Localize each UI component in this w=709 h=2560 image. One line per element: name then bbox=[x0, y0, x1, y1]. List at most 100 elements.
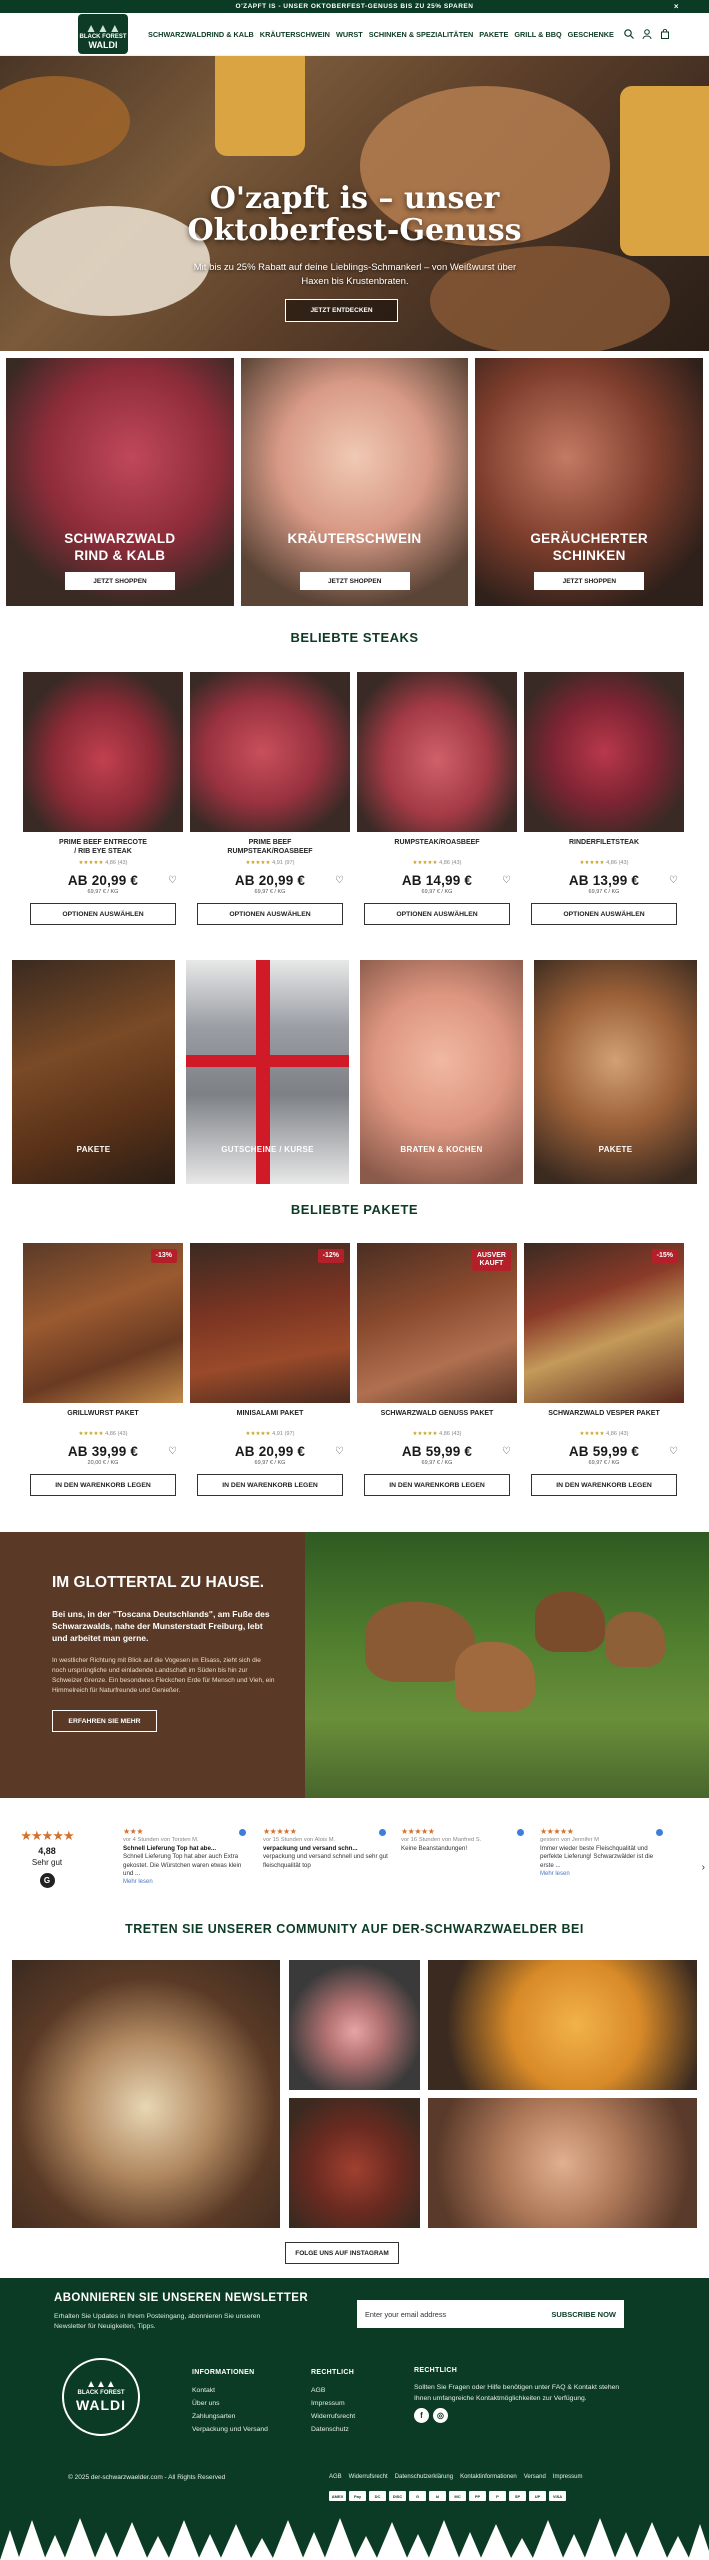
footer-link[interactable]: Kontaktinformationen bbox=[460, 2474, 517, 2480]
email-field[interactable]: Enter your email address SUBSCRIBE NOW bbox=[357, 2300, 624, 2328]
heart-icon[interactable]: ♡ bbox=[669, 875, 678, 886]
footer-link[interactable]: Über uns bbox=[192, 2397, 268, 2410]
heart-icon[interactable]: ♡ bbox=[502, 1446, 511, 1457]
footer-help-text: Sollten Sie Fragen oder Hilfe benötigen … bbox=[414, 2384, 620, 2402]
product-card[interactable]: -12% MINISALAMI PAKET ★★★★★ 4,91 (97) AB… bbox=[190, 1243, 350, 1496]
product-image[interactable]: -13% bbox=[23, 1243, 183, 1403]
facebook-icon[interactable]: f bbox=[414, 2408, 429, 2423]
product-card[interactable]: RUMPSTEAK/ROASBEEF ★★★★★ 4,86 (43) AB 14… bbox=[357, 672, 517, 925]
product-card[interactable]: AUSVER KAUFT SCHWARZWALD GENUSS PAKET ★★… bbox=[357, 1243, 517, 1496]
subscribe-button[interactable]: SUBSCRIBE NOW bbox=[551, 2310, 616, 2319]
product-card[interactable]: RINDERFILETSTEAK ★★★★★ 4,86 (43) AB 13,9… bbox=[524, 672, 684, 925]
product-card[interactable]: -13% GRILLWURST PAKET ★★★★★ 4,86 (43) AB… bbox=[23, 1243, 183, 1496]
add-to-cart-button[interactable]: IN DEN WARENKORB LEGEN bbox=[197, 1474, 343, 1496]
footer-help-column: RECHTLICH Sollten Sie Fragen oder Hilfe … bbox=[414, 2364, 634, 2423]
product-image[interactable]: -12% bbox=[190, 1243, 350, 1403]
nav-item[interactable]: SCHWARZWALDRIND & KALB bbox=[148, 30, 254, 39]
category-button[interactable]: JETZT SHOPPEN bbox=[534, 572, 645, 590]
collection-tile[interactable]: PAKETE bbox=[534, 960, 697, 1184]
product-name[interactable]: GRILLWURST PAKET bbox=[23, 1409, 183, 1431]
product-card[interactable]: PRIME BEEF ENTRECOTE / RIB EYE STEAK ★★★… bbox=[23, 672, 183, 925]
product-image[interactable]: AUSVER KAUFT bbox=[357, 1243, 517, 1403]
product-card[interactable]: PRIME BEEF RUMPSTEAK/ROASBEEF ★★★★★ 4,91… bbox=[190, 672, 350, 925]
product-image[interactable] bbox=[23, 672, 183, 832]
category-title: GERÄUCHERTER SCHINKEN bbox=[530, 531, 648, 563]
heart-icon[interactable]: ♡ bbox=[502, 875, 511, 886]
options-button[interactable]: OPTIONEN AUSWÄHLEN bbox=[531, 903, 677, 925]
heart-icon[interactable]: ♡ bbox=[335, 1446, 344, 1457]
add-to-cart-button[interactable]: IN DEN WARENKORB LEGEN bbox=[364, 1474, 510, 1496]
footer-link[interactable]: Widerrufsrecht bbox=[349, 2474, 388, 2480]
gallery-image[interactable] bbox=[289, 1960, 420, 2090]
product-name[interactable]: MINISALAMI PAKET bbox=[190, 1409, 350, 1431]
gallery-image[interactable] bbox=[289, 2098, 420, 2228]
collection-tile[interactable]: GUTSCHEINE / KURSE bbox=[186, 960, 349, 1184]
search-icon[interactable] bbox=[624, 29, 634, 39]
heart-icon[interactable]: ♡ bbox=[335, 875, 344, 886]
nav-item[interactable]: KRÄUTERSCHWEIN bbox=[260, 30, 330, 39]
footer-link[interactable]: Datenschutzerklärung bbox=[395, 2474, 453, 2480]
nav-item[interactable]: WURST bbox=[336, 30, 363, 39]
read-more-link[interactable]: Mehr lesen bbox=[123, 1878, 248, 1886]
category-button[interactable]: JETZT SHOPPEN bbox=[299, 572, 410, 590]
product-image[interactable]: -15% bbox=[524, 1243, 684, 1403]
category-card[interactable]: SCHWARZWALD RIND & KALB JETZT SHOPPEN bbox=[6, 358, 234, 606]
options-button[interactable]: OPTIONEN AUSWÄHLEN bbox=[197, 903, 343, 925]
hero-cta-button[interactable]: JETZT ENTDECKEN bbox=[285, 299, 398, 322]
footer-link[interactable]: Kontakt bbox=[192, 2384, 268, 2397]
nav-item[interactable]: PAKETE bbox=[479, 30, 508, 39]
product-image[interactable] bbox=[524, 672, 684, 832]
footer-link[interactable]: Widerrufsrecht bbox=[311, 2410, 355, 2423]
product-name[interactable]: PRIME BEEF ENTRECOTE / RIB EYE STEAK bbox=[23, 838, 183, 860]
category-button[interactable]: JETZT SHOPPEN bbox=[65, 572, 175, 590]
product-image[interactable] bbox=[190, 672, 350, 832]
product-image[interactable] bbox=[357, 672, 517, 832]
gallery-image[interactable] bbox=[428, 2098, 697, 2228]
instagram-follow-button[interactable]: FOLGE UNS AUF INSTAGRAM bbox=[285, 2242, 399, 2264]
logo[interactable]: ▲▲▲ BLACK FOREST WALDI bbox=[78, 14, 128, 54]
product-name[interactable]: SCHWARZWALD GENUSS PAKET bbox=[357, 1409, 517, 1431]
add-to-cart-button[interactable]: IN DEN WARENKORB LEGEN bbox=[531, 1474, 677, 1496]
learn-more-button[interactable]: ERFAHREN SIE MEHR bbox=[52, 1710, 157, 1732]
star-icon: ★★★ bbox=[123, 1827, 144, 1836]
product-name[interactable]: RUMPSTEAK/ROASBEEF bbox=[357, 838, 517, 860]
gallery-image[interactable] bbox=[428, 1960, 697, 2090]
read-more-link[interactable]: Mehr lesen bbox=[540, 1870, 665, 1878]
options-button[interactable]: OPTIONEN AUSWÄHLEN bbox=[364, 903, 510, 925]
chevron-right-icon[interactable]: › bbox=[702, 1862, 705, 1873]
product-name[interactable]: RINDERFILETSTEAK bbox=[524, 838, 684, 860]
product-name[interactable]: PRIME BEEF RUMPSTEAK/ROASBEEF bbox=[190, 838, 350, 860]
heart-icon[interactable]: ♡ bbox=[669, 1446, 678, 1457]
footer-link[interactable]: Versand bbox=[524, 2474, 546, 2480]
heart-icon[interactable]: ♡ bbox=[168, 1446, 177, 1457]
category-card[interactable]: KRÄUTERSCHWEIN JETZT SHOPPEN bbox=[240, 358, 469, 606]
close-icon[interactable]: × bbox=[674, 2, 679, 11]
options-button[interactable]: OPTIONEN AUSWÄHLEN bbox=[30, 903, 176, 925]
gallery-image[interactable] bbox=[12, 1960, 280, 2228]
footer-logo[interactable]: ▲▲▲ BLACK FOREST WALDI bbox=[62, 2358, 140, 2436]
discount-badge: -13% bbox=[150, 1249, 177, 1263]
footer-link[interactable]: AGB bbox=[329, 2474, 342, 2480]
email-placeholder[interactable]: Enter your email address bbox=[365, 2310, 446, 2319]
footer-link[interactable]: Zahlungsarten bbox=[192, 2410, 268, 2423]
nav-item[interactable]: GESCHENKE bbox=[568, 30, 614, 39]
footer-link[interactable]: AGB bbox=[311, 2384, 355, 2397]
unit-price: 69,97 € / KG bbox=[254, 1460, 286, 1466]
heart-icon[interactable]: ♡ bbox=[168, 875, 177, 886]
footer-link[interactable]: Impressum bbox=[553, 2474, 583, 2480]
category-card[interactable]: GERÄUCHERTER SCHINKEN JETZT SHOPPEN bbox=[475, 358, 704, 606]
product-card[interactable]: -15% SCHWARZWALD VESPER PAKET ★★★★★ 4,86… bbox=[524, 1243, 684, 1496]
nav-item[interactable]: GRILL & BBQ bbox=[514, 30, 561, 39]
collection-tile[interactable]: BRATEN & KOCHEN bbox=[360, 960, 523, 1184]
nav-item[interactable]: SCHINKEN & SPEZIALITÄTEN bbox=[369, 30, 474, 39]
footer-link[interactable]: Verpackung und Versand bbox=[192, 2423, 268, 2436]
product-name[interactable]: SCHWARZWALD VESPER PAKET bbox=[524, 1409, 684, 1431]
add-to-cart-button[interactable]: IN DEN WARENKORB LEGEN bbox=[30, 1474, 176, 1496]
cart-icon[interactable] bbox=[660, 29, 670, 39]
payment-icon: PP bbox=[469, 2491, 486, 2501]
footer-link[interactable]: Impressum bbox=[311, 2397, 355, 2410]
footer-link[interactable]: Datenschutz bbox=[311, 2423, 355, 2436]
collection-tile[interactable]: PAKETE bbox=[12, 960, 175, 1184]
instagram-icon[interactable]: ◎ bbox=[433, 2408, 448, 2423]
account-icon[interactable] bbox=[642, 29, 652, 39]
